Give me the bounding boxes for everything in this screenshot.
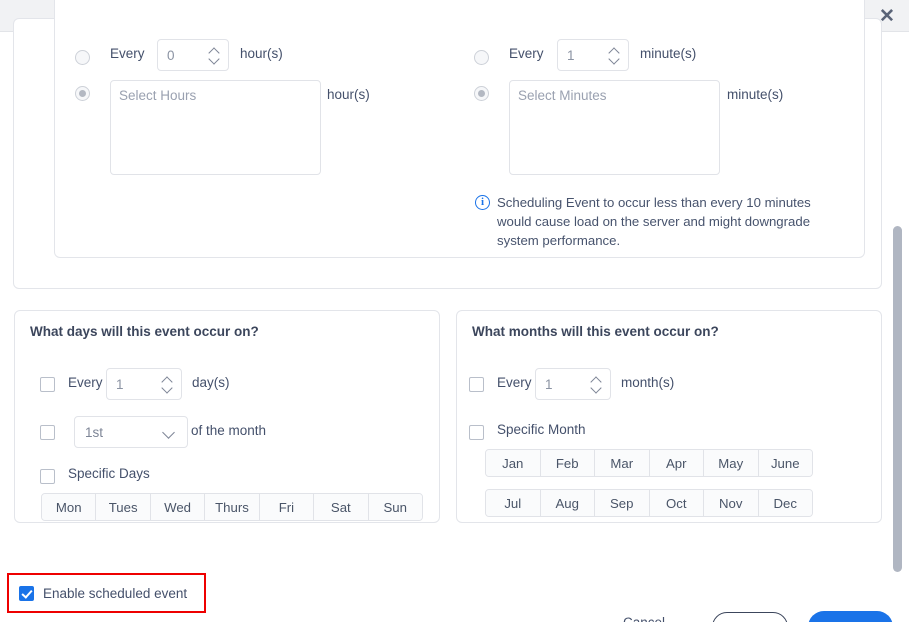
checkbox-every-months[interactable] [469,377,484,392]
chevron-down-icon[interactable] [209,57,220,63]
schedule-frequency-panel: Every 0 hour(s) Select Hours hour(s) Eve… [54,0,865,258]
label-every-days: Every [68,375,103,390]
checkbox-specific-month[interactable] [469,425,484,440]
label-specific-month: Specific Month [497,422,586,437]
month-button[interactable]: Apr [649,450,704,476]
radio-select-hours[interactable] [75,86,90,101]
label-every-months: Every [497,375,532,390]
unit-minutes: minute(s) [640,46,697,61]
radio-select-minutes[interactable] [474,86,489,101]
unit-hours-select: hour(s) [327,87,370,102]
month-button[interactable]: Sep [595,490,650,516]
label-every-minutes: Every [509,46,544,61]
month-button[interactable]: May [704,450,759,476]
label-every-hours: Every [110,46,145,61]
day-of-month-suffix: of the month [191,423,267,438]
hours-interval-value: 0 [167,48,175,63]
chevron-down-icon[interactable] [609,57,620,63]
days-stepper-arrows[interactable] [160,369,174,399]
radio-every-hours[interactable] [75,50,90,65]
minutes-stepper-arrows[interactable] [607,40,621,70]
day-of-month-value: 1st [85,425,104,440]
select-minutes-placeholder: Select Minutes [518,88,607,103]
month-button[interactable]: Jan [486,450,541,476]
back-button[interactable]: Back [712,612,788,622]
days-interval-stepper[interactable]: 1 [106,368,182,400]
chevron-down-icon[interactable] [162,386,173,392]
months-panel: What months will this event occur on? Ev… [456,310,882,523]
hours-interval-stepper[interactable]: 0 [157,39,229,71]
select-hours-placeholder: Select Hours [119,88,197,103]
chevron-down-icon[interactable] [591,386,602,392]
months-panel-title: What months will this event occur on? [472,324,719,339]
day-button[interactable]: Sat [314,494,369,520]
radio-every-minutes[interactable] [474,50,489,65]
checkbox-specific-days[interactable] [40,469,55,484]
schedule-frequency-card: Every 0 hour(s) Select Hours hour(s) Eve… [13,0,882,289]
chevron-down-icon[interactable] [164,428,175,439]
vertical-scrollbar-thumb[interactable] [893,226,902,572]
vertical-scrollbar-track[interactable] [893,32,906,622]
info-icon: i [475,195,490,210]
cancel-button[interactable]: Cancel [623,615,665,622]
unit-months: month(s) [621,375,675,390]
label-specific-days: Specific Days [68,466,150,481]
finish-button[interactable]: Finish [808,611,893,622]
specific-months-group-row2[interactable]: Jul Aug Sep Oct Nov Dec [485,489,813,517]
month-button[interactable]: Nov [704,490,759,516]
day-button[interactable]: Tues [96,494,151,520]
month-button[interactable]: Dec [758,490,812,516]
hours-stepper-arrows[interactable] [207,40,221,70]
day-button[interactable]: Mon [42,494,97,520]
checkbox-day-of-month[interactable] [40,425,55,440]
checkbox-every-days[interactable] [40,377,55,392]
specific-months-group-row1[interactable]: Jan Feb Mar Apr May June [485,449,813,477]
months-stepper-arrows[interactable] [589,369,603,399]
day-button[interactable]: Sun [368,494,422,520]
scheduling-info-note: i Scheduling Event to occur less than ev… [475,193,845,250]
minutes-interval-value: 1 [567,48,575,63]
months-interval-stepper[interactable]: 1 [535,368,611,400]
label-enable-scheduled-event: Enable scheduled event [43,586,188,601]
add-new-event-service-dialog: ADD NEW EVENT SERVICE ✕ Every 0 hour(s) [0,0,909,622]
unit-days: day(s) [192,375,230,390]
day-of-month-select[interactable]: 1st [74,416,188,448]
month-button[interactable]: Oct [649,490,704,516]
dialog-scroll-body: Every 0 hour(s) Select Hours hour(s) Eve… [0,0,909,622]
month-button[interactable]: Jul [486,490,541,516]
days-panel: What days will this event occur on? Ever… [14,310,440,523]
months-interval-value: 1 [545,377,553,392]
unit-hours: hour(s) [240,46,283,61]
select-minutes-listbox[interactable]: Select Minutes [509,80,720,175]
days-panel-title: What days will this event occur on? [30,324,259,339]
specific-days-group[interactable]: Mon Tues Wed Thurs Fri Sat Sun [41,493,423,521]
minutes-interval-stepper[interactable]: 1 [557,39,629,71]
enable-scheduled-event-highlight: Enable scheduled event [7,573,206,613]
day-button[interactable]: Wed [150,494,206,520]
month-button[interactable]: Mar [595,450,650,476]
month-button[interactable]: June [758,450,812,476]
day-button[interactable]: Thurs [205,494,260,520]
scheduling-info-text: Scheduling Event to occur less than ever… [497,195,811,248]
select-hours-listbox[interactable]: Select Hours [110,80,321,175]
checkbox-enable-scheduled-event[interactable] [19,586,34,601]
month-button[interactable]: Feb [540,450,595,476]
day-button[interactable]: Fri [259,494,315,520]
month-button[interactable]: Aug [540,490,595,516]
days-interval-value: 1 [116,377,124,392]
unit-minutes-select: minute(s) [727,87,784,102]
